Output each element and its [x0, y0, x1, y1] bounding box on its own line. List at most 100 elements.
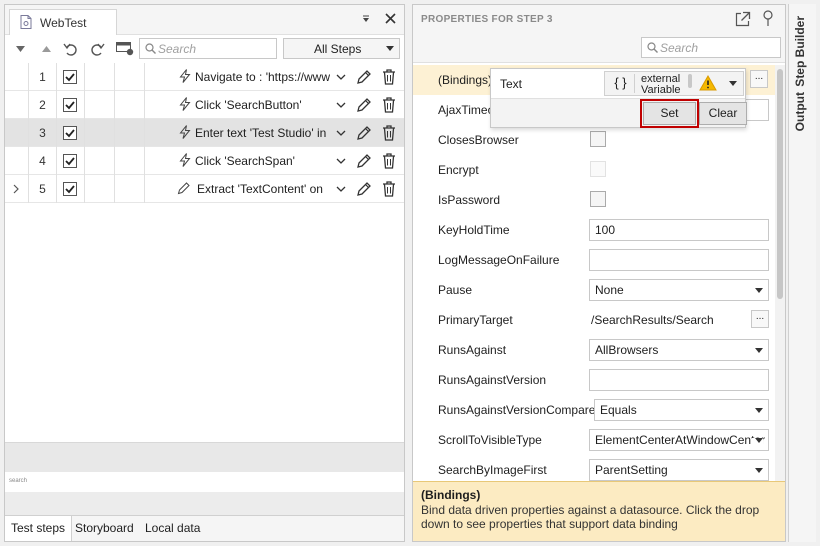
step-filter-select[interactable]: All Steps	[283, 38, 400, 59]
property-name: RunsAgainstVersionCompare	[438, 403, 596, 417]
step-gutter	[5, 119, 29, 147]
tab-step-builder[interactable]: Step Builder	[793, 16, 807, 87]
variable-scroll-thumb	[688, 74, 692, 88]
step-gutter	[5, 91, 29, 119]
delete-trash-icon[interactable]	[382, 153, 396, 169]
undo-icon[interactable]	[63, 41, 79, 57]
redo-icon[interactable]	[89, 41, 105, 57]
property-row-runsagainst: RunsAgainst AllBrowsers	[413, 335, 775, 365]
property-row-keyholdtime: KeyHoldTime 100	[413, 215, 775, 245]
steps-list: 1 Navigate to : 'https://www. 2 Click 'Sear…	[5, 63, 404, 203]
step-column	[115, 91, 145, 119]
properties-scrollbar[interactable]	[775, 65, 785, 481]
closesbrowser-checkbox[interactable]	[590, 131, 606, 147]
step-column	[115, 63, 145, 91]
dropdown-arrow-icon[interactable]	[362, 15, 370, 23]
warning-icon	[699, 75, 717, 91]
document-tab-bar: WebTest	[5, 5, 404, 35]
searchbyimagefirst-select[interactable]: ParentSetting	[589, 459, 769, 481]
tab-local-data[interactable]: Local data	[139, 516, 206, 541]
chevron-down-icon[interactable]	[336, 74, 346, 80]
edit-pencil-icon[interactable]	[356, 181, 372, 197]
ispassword-checkbox[interactable]	[590, 191, 606, 207]
step-number: 1	[29, 63, 57, 91]
expand-chevron-icon[interactable]	[13, 184, 19, 194]
property-name: IsPassword	[438, 193, 501, 207]
property-name: SearchByImageFirst	[438, 463, 547, 477]
pause-select[interactable]: None	[589, 279, 769, 301]
edit-pencil-icon[interactable]	[356, 153, 372, 169]
move-down-icon[interactable]	[16, 45, 25, 53]
scrollbar-thumb[interactable]	[777, 69, 783, 299]
delete-trash-icon[interactable]	[382, 181, 396, 197]
step-checkbox-cell	[57, 63, 85, 91]
lightning-icon	[179, 69, 191, 83]
step-checkbox-cell	[57, 175, 85, 203]
property-name: (Bindings)	[438, 73, 493, 87]
move-up-icon[interactable]	[42, 45, 51, 53]
step-enabled-checkbox[interactable]	[63, 126, 77, 140]
property-name: RunsAgainst	[438, 343, 507, 357]
property-name: LogMessageOnFailure	[438, 253, 560, 267]
edit-pencil-icon[interactable]	[356, 69, 372, 85]
step-row[interactable]: 4 Click 'SearchSpan'	[5, 147, 404, 175]
chevron-down-icon	[755, 288, 763, 294]
pop-out-icon[interactable]	[735, 11, 751, 27]
lightning-icon	[179, 125, 191, 139]
tab-output[interactable]: Output	[793, 92, 807, 131]
properties-search-bar: Search	[413, 33, 785, 63]
chevron-down-icon[interactable]	[336, 130, 346, 136]
chevron-down-icon[interactable]	[336, 158, 346, 164]
step-enabled-checkbox[interactable]	[63, 98, 77, 112]
record-icon[interactable]	[116, 42, 134, 56]
runsagainstversioncompare-select[interactable]: Equals	[594, 399, 769, 421]
close-icon[interactable]	[385, 13, 396, 24]
mini-search-box[interactable]: search	[5, 472, 404, 492]
step-description: Click 'SearchSpan'	[195, 154, 295, 168]
properties-search-placeholder: Search	[660, 41, 699, 55]
property-row-scrolltovisibletype: ScrollToVisibleType ElementCenterAtWindo…	[413, 425, 775, 455]
delete-trash-icon[interactable]	[382, 69, 396, 85]
document-tab[interactable]: WebTest	[9, 9, 117, 35]
pin-icon[interactable]	[762, 10, 774, 27]
clear-binding-button[interactable]: Clear	[699, 102, 747, 125]
properties-search-input[interactable]: Search	[641, 37, 781, 58]
logmessageonfailure-input[interactable]	[589, 249, 769, 271]
set-binding-button[interactable]: Set	[640, 99, 699, 128]
steps-toolbar: Search All Steps	[5, 36, 404, 64]
step-enabled-checkbox[interactable]	[63, 70, 77, 84]
binding-variable-select[interactable]: { } externalVariable	[604, 71, 744, 96]
step-description: Extract 'TextContent' on	[197, 182, 323, 196]
bottom-tab-bar: Test steps Storyboard Local data	[5, 515, 404, 541]
scrolltovisibletype-select[interactable]: ElementCenterAtWindowCenter	[589, 429, 769, 451]
edit-pencil-icon[interactable]	[356, 97, 372, 113]
step-checkbox-cell	[57, 147, 85, 175]
tab-storyboard[interactable]: Storyboard	[69, 516, 140, 541]
step-row[interactable]: 1 Navigate to : 'https://www.	[5, 63, 404, 91]
delete-trash-icon[interactable]	[382, 125, 396, 141]
edit-pencil-icon[interactable]	[356, 125, 372, 141]
bindings-ellipsis-button[interactable]: ...	[750, 70, 768, 88]
step-number: 4	[29, 147, 57, 175]
step-description: Click 'SearchButton'	[195, 98, 302, 112]
primarytarget-ellipsis-button[interactable]: ...	[751, 310, 769, 328]
binding-popup: Text { } externalVariable Set Clear	[490, 68, 747, 128]
steps-search-input[interactable]: Search	[139, 38, 277, 59]
runsagainst-select[interactable]: AllBrowsers	[589, 339, 769, 361]
step-enabled-checkbox[interactable]	[63, 154, 77, 168]
tab-test-steps[interactable]: Test steps	[5, 516, 73, 541]
step-row[interactable]: 2 Click 'SearchButton'	[5, 91, 404, 119]
delete-trash-icon[interactable]	[382, 97, 396, 113]
step-gutter	[5, 63, 29, 91]
runsagainstversion-input[interactable]	[589, 369, 769, 391]
step-enabled-checkbox[interactable]	[63, 182, 77, 196]
chevron-down-icon	[755, 468, 763, 474]
chevron-down-icon[interactable]	[336, 102, 346, 108]
chevron-down-icon[interactable]	[336, 186, 346, 192]
step-row[interactable]: 5 Extract 'TextContent' on	[5, 175, 404, 203]
keyholdtime-input[interactable]: 100	[589, 219, 769, 241]
step-row[interactable]: 3 Enter text 'Test Studio' in	[5, 119, 404, 147]
search-icon	[647, 42, 658, 53]
encrypt-checkbox	[590, 161, 606, 177]
chevron-down-icon	[755, 408, 763, 414]
